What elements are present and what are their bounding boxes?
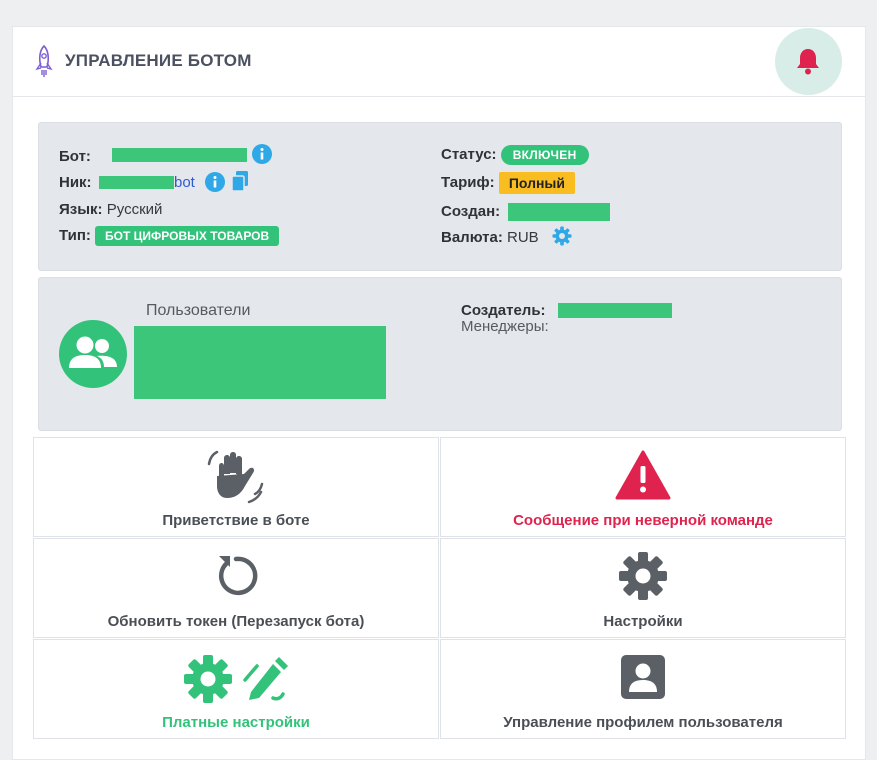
bot-info-panel: Бот: Ник: bot Язык: Русский Тип: БОТ ЦИФ… — [38, 122, 842, 271]
welcome-message-tile[interactable]: Приветствие в боте — [33, 437, 439, 537]
pen-icon — [243, 657, 289, 701]
created-date-redacted — [508, 203, 610, 221]
page-title: УПРАВЛЕНИЕ БОТОМ — [65, 51, 252, 70]
creator-label: Создатель: — [461, 302, 546, 319]
welcome-message-label: Приветствие в боте — [162, 512, 310, 529]
waving-hand-icon — [207, 450, 264, 504]
creator-redacted — [558, 303, 672, 318]
users-title: Пользователи — [146, 302, 251, 319]
status-label: Статус: — [441, 145, 497, 163]
bot-info-icon[interactable] — [252, 144, 272, 164]
nick-info-icon[interactable] — [205, 172, 225, 192]
users-panel: Пользователи Создатель: Менеджеры: — [38, 277, 842, 431]
created-row: Создан: — [441, 203, 500, 220]
actions-grid: Приветствие в боте Сообщение при неверно… — [33, 437, 847, 741]
nick-redacted — [99, 176, 174, 189]
rocket-icon — [35, 44, 53, 77]
tariff-label: Тариф: — [441, 173, 495, 191]
bot-label: Бот: — [59, 148, 91, 165]
tariff-row: Тариф: Полный — [441, 172, 575, 194]
currency-label: Валюта: — [441, 229, 503, 246]
users-count-redacted — [134, 326, 386, 399]
card-header: УПРАВЛЕНИЕ БОТОМ — [13, 27, 865, 97]
nick-link[interactable]: bot — [174, 174, 195, 191]
invalid-command-message-tile[interactable]: Сообщение при неверной команде — [440, 437, 846, 537]
type-badge: БОТ ЦИФРОВЫХ ТОВАРОВ — [95, 226, 280, 246]
bot-row: Бот: — [59, 148, 91, 165]
refresh-icon — [218, 556, 258, 596]
type-row: Тип: БОТ ЦИФРОВЫХ ТОВАРОВ — [59, 226, 280, 246]
managers-label: Менеджеры: — [461, 318, 549, 335]
status-badge: ВКЛЮЧЕН — [500, 145, 589, 165]
users-avatar — [59, 320, 127, 388]
gear-icon — [619, 552, 667, 600]
gear-icon — [183, 655, 232, 703]
currency-gear-icon[interactable] — [552, 226, 572, 246]
tariff-badge: Полный — [498, 172, 575, 194]
paid-settings-label: Платные настройки — [162, 714, 310, 731]
user-profile-icon — [621, 655, 665, 699]
status-row: Статус: ВКЛЮЧЕН — [441, 145, 589, 165]
nick-label: Ник: — [59, 174, 92, 191]
users-group-icon — [69, 336, 117, 368]
settings-label: Настройки — [603, 613, 683, 630]
refresh-token-label: Обновить токен (Перезапуск бота) — [107, 613, 365, 630]
created-label: Создан: — [441, 203, 501, 220]
creator-row: Создатель: — [461, 302, 546, 319]
refresh-token-tile[interactable]: Обновить токен (Перезапуск бота) — [33, 538, 439, 638]
currency-row: Валюта: RUB — [441, 229, 539, 246]
settings-tile[interactable]: Настройки — [440, 538, 846, 638]
bell-icon — [797, 49, 819, 75]
invalid-command-message-label: Сообщение при неверной команде — [513, 512, 773, 529]
warning-icon — [615, 450, 671, 500]
notifications-button[interactable] — [775, 28, 842, 95]
nick-row: Ник: — [59, 174, 92, 191]
language-label: Язык: — [59, 201, 103, 218]
type-label: Тип: — [59, 226, 91, 244]
language-value: Русский — [106, 201, 163, 218]
paid-settings-tile[interactable]: Платные настройки — [33, 639, 439, 739]
copy-icon[interactable] — [231, 170, 249, 192]
bot-name-redacted — [112, 148, 247, 162]
user-profile-management-tile[interactable]: Управление профилем пользователя — [440, 639, 846, 739]
bot-management-card: УПРАВЛЕНИЕ БОТОМ Бот: Ник: bot Язык: Рус… — [12, 26, 866, 760]
user-profile-management-label: Управление профилем пользователя — [503, 714, 783, 731]
currency-value: RUB — [507, 229, 539, 246]
language-row: Язык: Русский — [59, 201, 162, 218]
